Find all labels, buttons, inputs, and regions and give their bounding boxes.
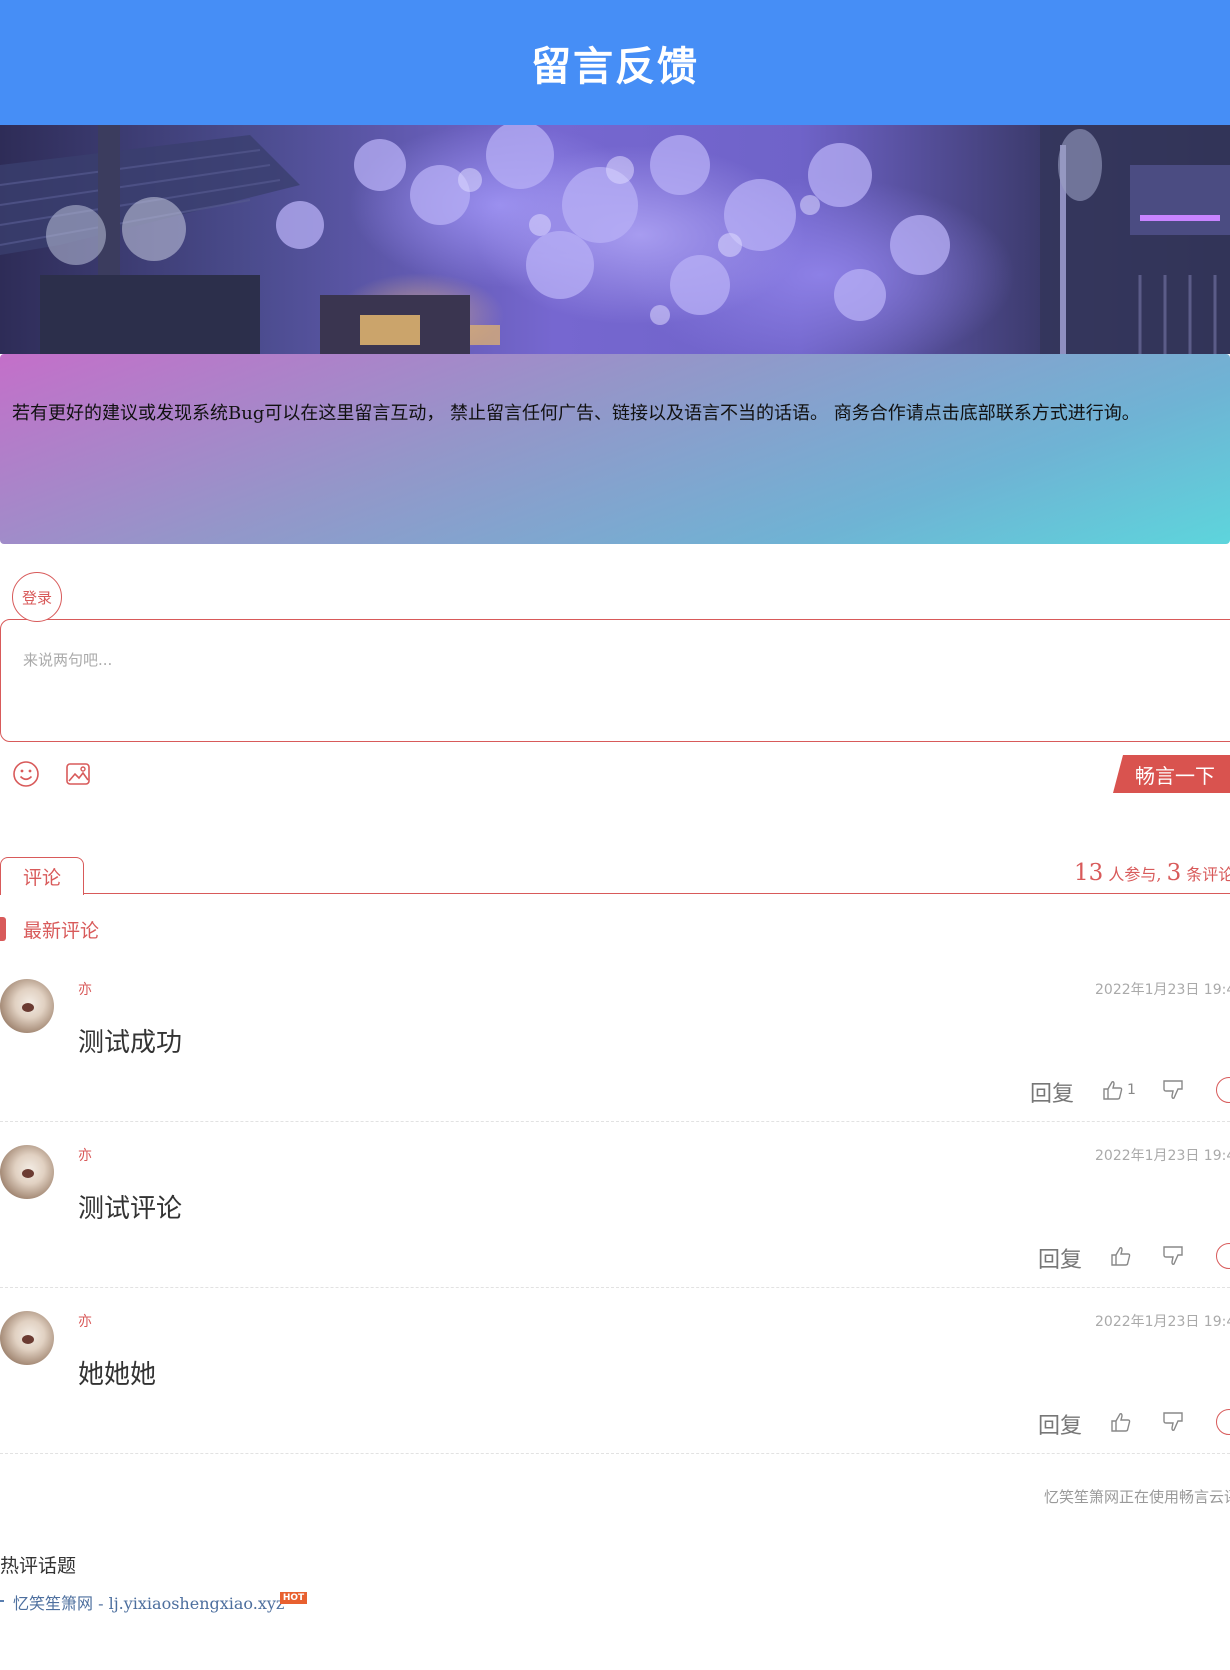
latest-comments-title: 最新评论 <box>23 920 100 942</box>
report-icon[interactable] <box>1216 1077 1230 1103</box>
section-marker <box>0 917 6 941</box>
comment-time: 2022年1月23日 19:4 <box>1095 982 1230 998</box>
comment-content: 她她她 <box>78 1360 157 1390</box>
thumbs-up-icon[interactable] <box>1102 1079 1124 1101</box>
powered-by-text[interactable]: 忆笑笙箫网正在使用畅言云评 <box>1044 1486 1230 1507</box>
comment-username[interactable]: 亦 <box>78 1145 92 1165</box>
banner-image <box>0 125 1230 354</box>
comments-suffix: 条评论 <box>1186 865 1230 884</box>
comment-content: 测试评论 <box>78 1194 183 1224</box>
comment-stats: 13 人参与, 3 条评论 <box>1074 860 1230 886</box>
hot-link-bullet <box>0 1600 4 1602</box>
comment-username[interactable]: 亦 <box>78 1311 92 1331</box>
comment-editor[interactable] <box>0 619 1230 742</box>
login-button[interactable]: 登录 <box>12 572 62 622</box>
thumbs-up-icon[interactable] <box>1110 1245 1132 1267</box>
comment-input[interactable] <box>21 650 1125 670</box>
reply-button[interactable]: 回复 <box>1030 1076 1074 1108</box>
thumbs-down-icon[interactable] <box>1162 1079 1184 1101</box>
comment-item: 亦 2022年1月23日 19:4 测试评论 回复 <box>0 1121 1230 1288</box>
thumbs-down-icon[interactable] <box>1162 1245 1184 1267</box>
hot-topic-link[interactable]: 忆笑笙箫网 - lj.yixiaoshengxiao.xyz <box>13 1590 284 1614</box>
comment-item: 亦 2022年1月23日 19:4 她她她 回复 <box>0 1287 1230 1454</box>
smiley-icon[interactable] <box>12 760 40 788</box>
header-bar: 留言反馈 <box>0 0 1230 125</box>
comment-item: 亦 2022年1月23日 19:4 测试成功 回复 1 <box>0 955 1230 1122</box>
like-count: 1 <box>1127 1082 1136 1098</box>
notice-text: 若有更好的建议或发现系统Bug可以在这里留言互动， 禁止留言任何广告、链接以及语… <box>12 403 1140 424</box>
page-title: 留言反馈 <box>531 43 699 90</box>
comment-username[interactable]: 亦 <box>78 979 92 999</box>
notice-box: 若有更好的建议或发现系统Bug可以在这里留言互动， 禁止留言任何广告、链接以及语… <box>0 354 1230 544</box>
image-icon[interactable] <box>64 760 92 788</box>
report-icon[interactable] <box>1216 1243 1230 1269</box>
tab-comments[interactable]: 评论 <box>0 857 84 895</box>
avatar[interactable] <box>0 1145 54 1199</box>
avatar[interactable] <box>0 979 54 1033</box>
thumbs-down-icon[interactable] <box>1162 1411 1184 1433</box>
reply-button[interactable]: 回复 <box>1038 1408 1082 1440</box>
thumbs-up-icon[interactable] <box>1110 1411 1132 1433</box>
tabs-divider <box>0 893 1230 894</box>
hot-topics-title: 热评话题 <box>0 1555 77 1577</box>
participants-count: 13 <box>1074 860 1104 886</box>
comment-time: 2022年1月23日 19:4 <box>1095 1148 1230 1164</box>
avatar[interactable] <box>0 1311 54 1365</box>
comments-count: 3 <box>1166 860 1182 886</box>
comment-time: 2022年1月23日 19:4 <box>1095 1314 1230 1330</box>
participants-suffix: 人参与, <box>1108 865 1162 884</box>
submit-button[interactable]: 畅言一下 <box>1113 755 1230 793</box>
report-icon[interactable] <box>1216 1409 1230 1435</box>
reply-button[interactable]: 回复 <box>1038 1242 1082 1274</box>
comment-content: 测试成功 <box>78 1028 183 1058</box>
hot-badge: HOT <box>280 1592 307 1604</box>
